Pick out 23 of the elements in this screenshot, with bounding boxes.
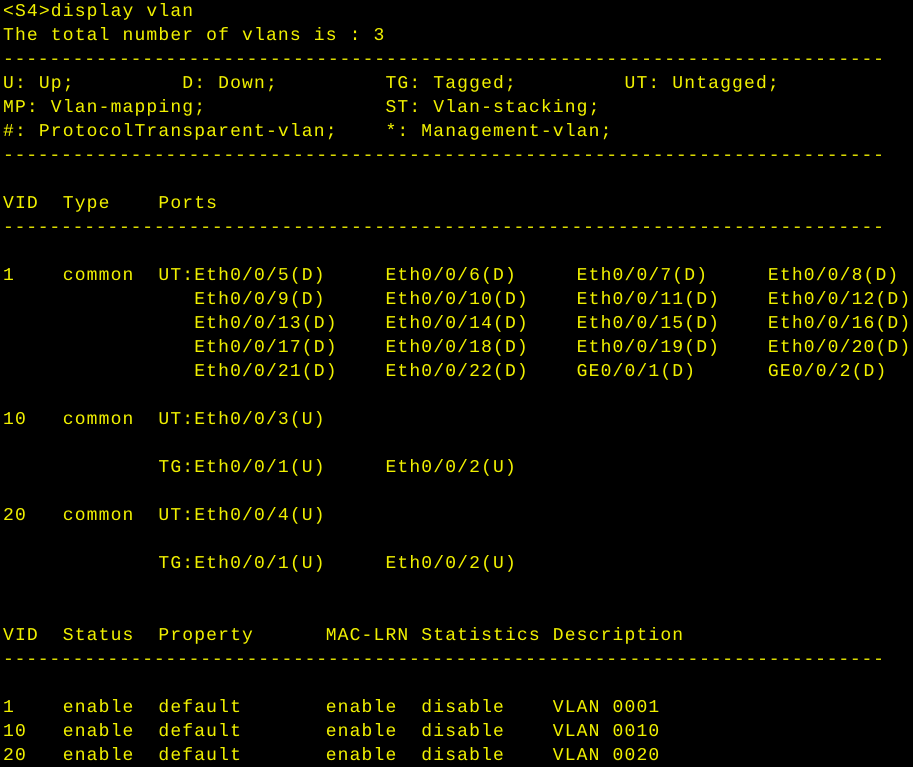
terminal-line: #: ProtocolTransparent-vlan; *: Management-vlan; xyxy=(3,121,613,144)
terminal-line: 1 common UT:Eth0/0/5(D) Eth0/0/6(D) Eth0/0/7(D) Eth0/0/8(D) xyxy=(3,265,900,288)
terminal-line: 20 common UT:Eth0/0/4(U) xyxy=(3,505,326,528)
dashed-rule: ---------------------------------------------------------------------------- xyxy=(3,145,885,168)
dashed-rule: ---------------------------------------------------------------------------- xyxy=(3,217,885,240)
terminal-line: VID Type Ports xyxy=(3,193,218,216)
terminal-line: TG:Eth0/0/1(U) Eth0/0/2(U) xyxy=(157,553,517,576)
dashed-rule: ---------------------------------------------------------------------------- xyxy=(3,649,885,672)
terminal-line: 20 enable default enable disable VLAN 0020 xyxy=(3,745,660,767)
terminal-line: MP: Vlan-mapping; ST: Vlan-stacking; xyxy=(3,97,601,120)
terminal-line: 1 enable default enable disable VLAN 0001 xyxy=(3,697,660,720)
terminal-line: Eth0/0/13(D) Eth0/0/14(D) Eth0/0/15(D) Eth0/0/16(D) xyxy=(193,313,912,336)
terminal-line: 10 enable default enable disable VLAN 0010 xyxy=(3,721,660,744)
terminal-line: TG:Eth0/0/1(U) Eth0/0/2(U) xyxy=(157,457,517,480)
dashed-rule: ---------------------------------------------------------------------------- xyxy=(3,49,885,72)
terminal-line: <S4>display vlan xyxy=(3,1,194,24)
terminal-line: The total number of vlans is : 3 xyxy=(3,25,386,48)
terminal-line: VID Status Property MAC-LRN Statistics Description xyxy=(3,625,684,648)
terminal-line: Eth0/0/21(D) Eth0/0/22(D) GE0/0/1(D) GE0/0/2(D) xyxy=(193,361,888,384)
terminal-line: U: Up; D: Down; TG: Tagged; UT: Untagged; xyxy=(3,73,780,96)
terminal-line: 10 common UT:Eth0/0/3(U) xyxy=(3,409,326,432)
terminal-line: Eth0/0/17(D) Eth0/0/18(D) Eth0/0/19(D) Eth0/0/20(D) xyxy=(193,337,912,360)
terminal-line: Eth0/0/9(D) Eth0/0/10(D) Eth0/0/11(D) Eth0/0/12(D) xyxy=(193,289,912,312)
